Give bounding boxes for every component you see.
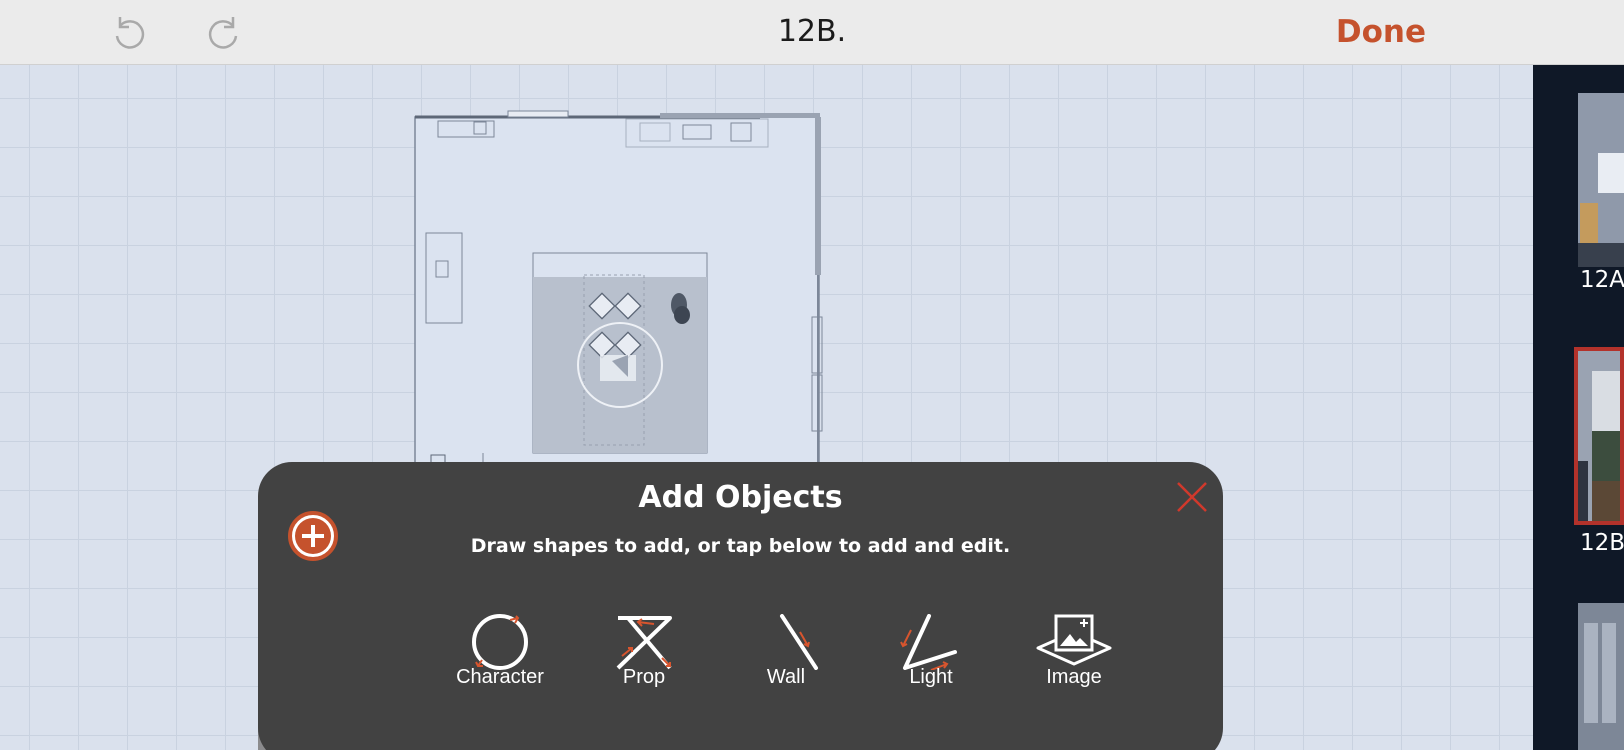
tool-light[interactable]: Light — [871, 614, 991, 704]
circle-gesture-icon — [472, 614, 528, 670]
top-bar: 12B. Done — [0, 0, 1624, 65]
shot-label[interactable]: 12A — [1580, 267, 1624, 293]
tool-prop[interactable]: Prop — [584, 614, 704, 704]
angle-gesture-icon — [900, 614, 957, 670]
cross-gesture-icon — [616, 616, 672, 670]
plus-icon — [295, 518, 331, 554]
image-add-icon — [1036, 614, 1112, 666]
shot-label[interactable]: 12B — [1580, 530, 1624, 556]
done-button[interactable]: Done — [1336, 14, 1426, 50]
tool-label: Prop — [622, 666, 666, 688]
add-object-button[interactable] — [288, 511, 338, 561]
add-objects-panel: Add Objects Draw shapes to add, or tap b… — [258, 462, 1223, 750]
tool-label: Image — [1046, 666, 1102, 688]
tool-label: Wall — [766, 666, 806, 688]
shot-strip: 12A 12B — [1533, 65, 1624, 750]
shot-thumbnail[interactable] — [1578, 603, 1624, 750]
tool-label: Character — [456, 666, 544, 688]
line-gesture-icon — [780, 614, 818, 670]
panel-title: Add Objects — [638, 480, 843, 515]
shot-thumbnail[interactable] — [1578, 93, 1624, 267]
tool-wall[interactable]: Wall — [726, 614, 846, 704]
tool-character[interactable]: Character — [440, 614, 560, 704]
close-icon[interactable] — [1172, 477, 1212, 517]
panel-subtitle: Draw shapes to add, or tap below to add … — [470, 535, 1011, 557]
tool-image[interactable]: Image — [1014, 614, 1134, 704]
shot-thumbnail-selected[interactable] — [1574, 347, 1624, 525]
tool-label: Light — [909, 666, 953, 688]
